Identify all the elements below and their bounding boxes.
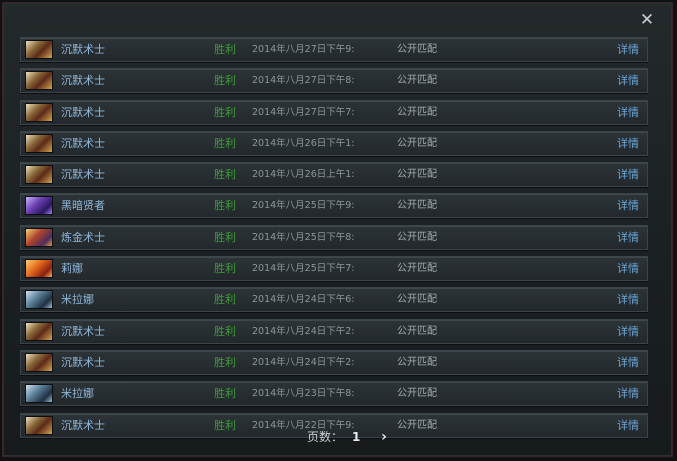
- hero-name: 沉默术士: [61, 324, 105, 338]
- match-row[interactable]: 炼金术士 胜利 2014年八月25日下午8: 公开匹配 详情: [20, 224, 648, 250]
- match-date: 2014年八月24日下午6:: [252, 294, 355, 306]
- close-icon[interactable]: ✕: [638, 11, 656, 29]
- match-result: 胜利: [214, 230, 236, 244]
- match-row[interactable]: 米拉娜 胜利 2014年八月23日下午8: 公开匹配 详情: [20, 381, 648, 407]
- match-row[interactable]: 沉默术士 胜利 2014年八月27日下午8: 公开匹配 详情: [20, 68, 648, 94]
- chevron-right-icon[interactable]: ›: [377, 427, 391, 447]
- match-list: 沉默术士 胜利 2014年八月27日下午9: 公开匹配 详情 沉默术士 胜利 2…: [20, 37, 648, 444]
- match-result: 胜利: [214, 168, 236, 182]
- match-result: 胜利: [214, 43, 236, 56]
- match-row[interactable]: 沉默术士 胜利 2014年八月24日下午2: 公开匹配 详情: [20, 318, 648, 344]
- details-link[interactable]: 详情: [617, 101, 639, 124]
- game-mode: 公开匹配: [397, 75, 437, 87]
- match-row[interactable]: 莉娜 胜利 2014年八月25日下午7: 公开匹配 详情: [20, 256, 648, 282]
- hero-name: 黑暗贤者: [61, 199, 105, 213]
- match-result: 胜利: [214, 199, 236, 213]
- match-row[interactable]: 沉默术士 胜利 2014年八月26日上午1: 公开匹配 详情: [20, 162, 648, 188]
- match-row[interactable]: 沉默术士 胜利 2014年八月24日下午2: 公开匹配 详情: [20, 349, 648, 375]
- game-mode: 公开匹配: [397, 137, 437, 149]
- hero-portrait: [25, 352, 53, 372]
- match-date: 2014年八月27日下午9:: [252, 44, 355, 55]
- details-link[interactable]: 详情: [617, 132, 639, 155]
- details-link[interactable]: 详情: [617, 257, 639, 280]
- match-row[interactable]: 沉默术士 胜利 2014年八月27日下午7: 公开匹配 详情: [20, 99, 648, 125]
- match-result: 胜利: [214, 293, 236, 307]
- hero-portrait: [25, 290, 53, 310]
- details-link[interactable]: 详情: [617, 69, 639, 92]
- game-mode: 公开匹配: [397, 263, 437, 275]
- current-page-number: 1: [352, 430, 361, 444]
- match-date: 2014年八月27日下午8:: [252, 75, 355, 87]
- match-date: 2014年八月24日下午2:: [252, 325, 355, 337]
- match-row[interactable]: 沉默术士 胜利 2014年八月26日下午1: 公开匹配 详情: [20, 130, 648, 156]
- hero-name: 莉娜: [61, 262, 83, 276]
- match-row[interactable]: 黑暗贤者 胜利 2014年八月25日下午9: 公开匹配 详情: [20, 193, 648, 219]
- hero-portrait: [25, 259, 53, 279]
- match-date: 2014年八月26日下午1:: [252, 137, 355, 149]
- details-link[interactable]: 详情: [617, 351, 639, 374]
- game-mode: 公开匹配: [397, 231, 437, 243]
- match-result: 胜利: [214, 74, 236, 88]
- match-date: 2014年八月25日下午9:: [252, 200, 355, 212]
- details-link[interactable]: 详情: [617, 226, 639, 249]
- match-date: 2014年八月24日下午2:: [252, 356, 355, 368]
- match-date: 2014年八月26日上午1:: [252, 169, 355, 181]
- details-link[interactable]: 详情: [617, 382, 639, 405]
- game-mode: 公开匹配: [397, 325, 437, 337]
- hero-name: 沉默术士: [61, 168, 105, 182]
- match-date: 2014年八月25日下午7:: [252, 263, 355, 275]
- hero-portrait: [25, 384, 53, 404]
- hero-portrait: [25, 165, 53, 185]
- match-result: 胜利: [214, 387, 236, 401]
- page-count-label: 页数：: [307, 430, 344, 444]
- hero-portrait: [25, 321, 53, 341]
- match-row[interactable]: 米拉娜 胜利 2014年八月24日下午6: 公开匹配 详情: [20, 287, 648, 313]
- hero-portrait: [25, 196, 53, 216]
- hero-name: 沉默术士: [61, 355, 105, 369]
- game-mode: 公开匹配: [397, 356, 437, 368]
- game-mode: 公开匹配: [397, 200, 437, 212]
- details-link[interactable]: 详情: [617, 288, 639, 311]
- hero-name: 沉默术士: [61, 136, 105, 150]
- game-mode: 公开匹配: [397, 294, 437, 306]
- details-link[interactable]: 详情: [617, 163, 639, 186]
- match-result: 胜利: [214, 105, 236, 119]
- hero-name: 米拉娜: [61, 293, 94, 307]
- match-row[interactable]: 沉默术士 胜利 2014年八月27日下午9: 公开匹配 详情: [20, 37, 648, 62]
- match-date: 2014年八月23日下午8:: [252, 388, 355, 400]
- match-date: 2014年八月27日下午7:: [252, 106, 355, 118]
- pagination: 页数： 1 ›: [0, 427, 677, 447]
- hero-portrait: [25, 40, 53, 59]
- hero-name: 沉默术士: [61, 105, 105, 119]
- hero-name: 米拉娜: [61, 387, 94, 401]
- hero-portrait: [25, 133, 53, 153]
- match-date: 2014年八月25日下午8:: [252, 231, 355, 243]
- hero-portrait: [25, 227, 53, 247]
- match-result: 胜利: [214, 262, 236, 276]
- match-result: 胜利: [214, 355, 236, 369]
- hero-portrait: [25, 71, 53, 91]
- hero-name: 沉默术士: [61, 74, 105, 88]
- hero-name: 炼金术士: [61, 230, 105, 244]
- hero-name: 沉默术士: [61, 43, 105, 56]
- hero-portrait: [25, 102, 53, 122]
- details-link[interactable]: 详情: [617, 38, 639, 61]
- game-mode: 公开匹配: [397, 44, 437, 55]
- game-mode: 公开匹配: [397, 169, 437, 181]
- game-mode: 公开匹配: [397, 106, 437, 118]
- match-result: 胜利: [214, 136, 236, 150]
- details-link[interactable]: 详情: [617, 194, 639, 217]
- match-result: 胜利: [214, 324, 236, 338]
- game-mode: 公开匹配: [397, 388, 437, 400]
- details-link[interactable]: 详情: [617, 320, 639, 343]
